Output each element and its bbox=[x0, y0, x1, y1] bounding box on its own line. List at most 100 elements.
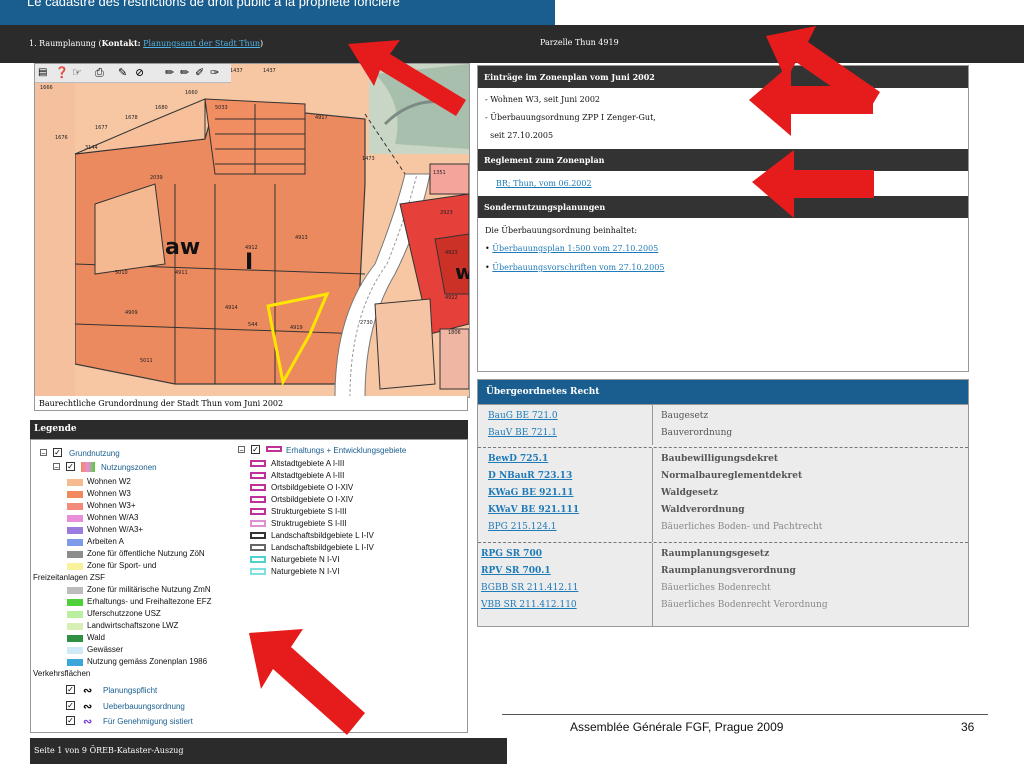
document-footer-bar: Seite 1 von 9 ÖREB-Kataster-Auszug bbox=[30, 738, 507, 764]
print-icon[interactable]: ⎙ bbox=[95, 66, 104, 80]
parcel-label: 1473 bbox=[362, 156, 375, 162]
law-link[interactable]: BauV BE 721.1 bbox=[488, 428, 557, 438]
zone-swatch bbox=[67, 611, 83, 618]
law-link[interactable]: BewD 725.1 bbox=[488, 454, 548, 464]
collapse-icon[interactable]: − bbox=[53, 463, 60, 471]
sondernutzung-item: • Überbauungsvorschriften vom 27.10.2005 bbox=[485, 263, 665, 272]
zone-label-w: w bbox=[455, 260, 469, 284]
recht-group: BauG BE 721.0 BauV BE 721.1 Baugesetz Ba… bbox=[478, 404, 968, 445]
draw-line-icon[interactable]: ✏ bbox=[165, 66, 174, 79]
zone-swatch bbox=[67, 587, 83, 594]
layers-icon[interactable]: ▤ bbox=[38, 67, 47, 78]
draw-polygon-icon[interactable]: ✐ bbox=[195, 66, 204, 79]
section-heading-prefix: 1. Raumplanung ( bbox=[29, 39, 102, 48]
zone-label: Erhaltungs- und Freihaltezone EFZ bbox=[87, 597, 212, 606]
recht-header: Übergeordnetes Recht bbox=[478, 380, 968, 404]
reglement-link[interactable]: BR; Thun, vom 06.2002 bbox=[496, 179, 592, 188]
zone-swatch bbox=[67, 647, 83, 654]
zone-swatch bbox=[67, 503, 83, 510]
reglement-header: Reglement zum Zonenplan bbox=[478, 149, 968, 171]
law-link[interactable]: KWaV BE 921.111 bbox=[488, 505, 579, 515]
ueberbauungsordnung-label: Ueberbauungsordnung bbox=[103, 702, 185, 711]
erhaltung-swatch bbox=[250, 532, 266, 539]
zonenplan-entry: - Überbauungsordnung ZPP I Zenger-Gut, bbox=[485, 113, 656, 122]
law-link[interactable]: VBB SR 211.412.110 bbox=[481, 600, 577, 610]
measure-icon[interactable]: ✎ bbox=[118, 66, 127, 79]
zone-swatch bbox=[67, 659, 83, 666]
footer-divider bbox=[502, 714, 988, 715]
erhaltung-swatch bbox=[250, 568, 266, 575]
parcel-label: 1660 bbox=[185, 90, 198, 96]
law-link[interactable]: BGBB SR 211.412.11 bbox=[481, 583, 578, 593]
recht-group: BewD 725.1 D NBauR 723.13 KWaG BE 921.11… bbox=[478, 447, 968, 542]
parcel-label: 4914 bbox=[225, 305, 238, 311]
draw-point-icon[interactable]: ✑ bbox=[210, 66, 219, 79]
erhaltung-label: Altstadtgebiete A I-III bbox=[271, 459, 345, 468]
law-name: Raumplanungsgesetz bbox=[661, 549, 770, 559]
parcel-label: 5011 bbox=[140, 358, 153, 364]
parcel-label: 3144 bbox=[85, 145, 98, 151]
parcel-label: 2730 bbox=[360, 320, 373, 326]
parcel-label: 1676 bbox=[55, 135, 68, 141]
zone-label: Freizeitanlagen ZSF bbox=[33, 573, 106, 582]
section-heading: 1. Raumplanung (Kontakt: Planungsamt der… bbox=[29, 38, 263, 48]
zone-label: Landwirtschaftszone LWZ bbox=[87, 621, 179, 630]
sondernutzung-intro: Die Überbauungsordnung beinhaltet: bbox=[485, 226, 638, 235]
law-name: Bäuerliches Bodenrecht Verordnung bbox=[661, 600, 828, 610]
law-link[interactable]: D NBauR 723.13 bbox=[488, 471, 572, 481]
map-toolbar: ▤ ❓ ☞ ⎙ ✎ ⊘ ✏ ✏ ✐ ✑ bbox=[35, 64, 231, 83]
contact-link[interactable]: Planungsamt der Stadt Thun bbox=[143, 39, 260, 48]
parcel-label: Parzelle Thun 4919 bbox=[540, 38, 619, 47]
uebergeordnetes-recht-panel: Übergeordnetes Recht BauG BE 721.0 BauV … bbox=[477, 379, 969, 627]
grundnutzung-checkbox[interactable]: ✓ bbox=[53, 448, 62, 457]
erhaltung-label: Strukturgebiete S I-III bbox=[271, 507, 347, 516]
zone-label: Wald bbox=[87, 633, 105, 642]
zone-swatch bbox=[67, 527, 83, 534]
zone-label: Wohnen W/A3+ bbox=[87, 525, 144, 534]
zonenplan-entry: - Wohnen W3, seit Juni 2002 bbox=[485, 95, 601, 104]
nutzungszonen-checkbox[interactable]: ✓ bbox=[66, 462, 75, 471]
grundnutzung-label: Grundnutzung bbox=[69, 449, 120, 458]
ueberbauungsplan-link[interactable]: Überbauungsplan 1:500 vom 27.10.2005 bbox=[492, 244, 658, 253]
parcel-label: 1680 bbox=[155, 105, 168, 111]
erhaltung-checkbox[interactable]: ✓ bbox=[251, 445, 260, 454]
ueberbauungsvorschriften-link[interactable]: Überbauungsvorschriften vom 27.10.2005 bbox=[492, 263, 664, 272]
zone-label-aw: aw bbox=[165, 235, 200, 260]
law-name: Waldverordnung bbox=[661, 505, 745, 515]
clear-icon[interactable]: ⊘ bbox=[135, 66, 144, 79]
zone-label: Wohnen W3 bbox=[87, 489, 131, 498]
law-link[interactable]: BPG 215.124.1 bbox=[488, 522, 557, 532]
law-link[interactable]: RPV SR 700.1 bbox=[481, 566, 551, 576]
annotation-arrow bbox=[348, 40, 466, 116]
parcel-label: 1351 bbox=[433, 170, 446, 176]
zone-label: Gewässer bbox=[87, 645, 124, 654]
parcel-label: 1677 bbox=[95, 125, 108, 131]
parcel-label: 4919 bbox=[290, 325, 303, 331]
draw-line-icon-2[interactable]: ✏ bbox=[180, 66, 189, 79]
genehmigung-label: Für Genehmigung sistiert bbox=[103, 717, 193, 726]
parcel-label: 1437 bbox=[263, 68, 276, 74]
erhaltung-swatch bbox=[250, 484, 266, 491]
legend-header: Legende bbox=[30, 420, 468, 439]
collapse-icon[interactable]: − bbox=[40, 449, 47, 457]
zone-label: Wohnen W3+ bbox=[87, 501, 136, 510]
parcel-label: 1437 bbox=[230, 68, 243, 74]
law-link[interactable]: KWaG BE 921.11 bbox=[488, 488, 574, 498]
identify-icon[interactable]: ☞ bbox=[72, 66, 82, 79]
help-icon[interactable]: ❓ bbox=[55, 66, 69, 79]
parcel-label: 4909 bbox=[125, 310, 138, 316]
collapse-icon[interactable]: − bbox=[238, 446, 245, 454]
erhaltung-icon bbox=[266, 446, 282, 452]
ueberbauungsordnung-checkbox[interactable]: ✓ bbox=[66, 701, 75, 710]
planungspflicht-checkbox[interactable]: ✓ bbox=[66, 685, 75, 694]
law-link[interactable]: RPG SR 700 bbox=[481, 549, 542, 559]
law-name: Waldgesetz bbox=[661, 488, 718, 498]
zone-swatch bbox=[67, 479, 83, 486]
law-link[interactable]: BauG BE 721.0 bbox=[488, 411, 558, 421]
erhaltung-label: Altstadtgebiete A I-III bbox=[271, 471, 345, 480]
zone-swatch bbox=[67, 623, 83, 630]
genehmigung-checkbox[interactable]: ✓ bbox=[66, 716, 75, 725]
zonenplan-entry: seit 27.10.2005 bbox=[485, 131, 554, 140]
nutzungszonen-icon bbox=[81, 462, 95, 472]
map-caption: Baurechtliche Grundordnung der Stadt Thu… bbox=[34, 396, 468, 411]
